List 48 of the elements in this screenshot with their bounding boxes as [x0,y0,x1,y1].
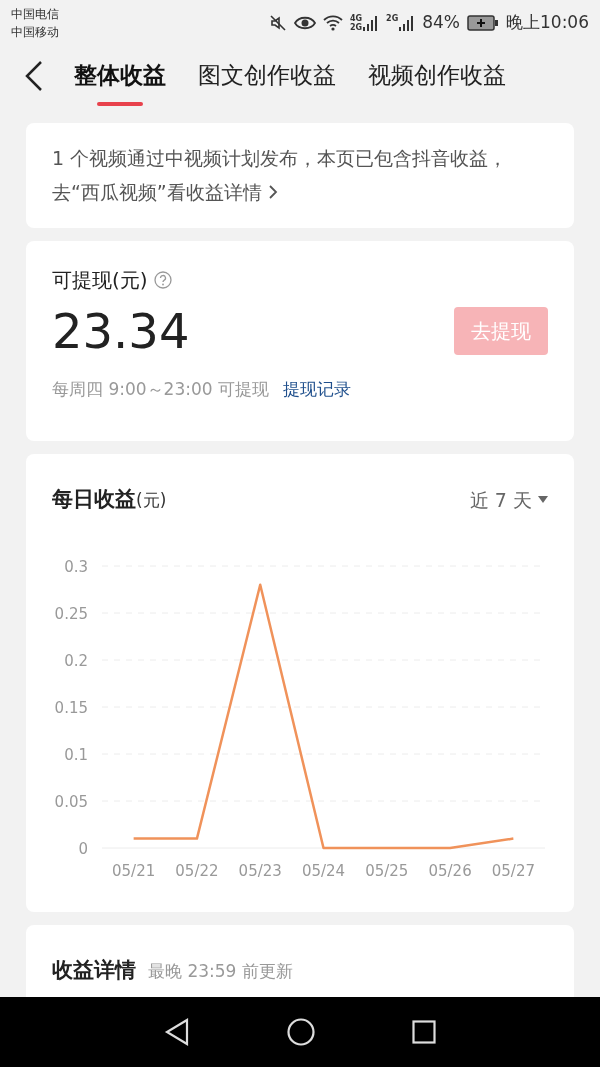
withdraw-schedule: 每周四 9:00～23:00 可提现 [52,378,269,401]
x-axis-label: 05/24 [301,861,346,880]
withdraw-history-link[interactable]: 提现记录 [283,377,351,403]
eye-icon [293,15,316,31]
range-dropdown[interactable]: 近 7 天 [469,485,548,514]
tab[interactable]: 视频创作收益 [368,45,506,107]
chevron-right-icon [267,184,278,200]
caret-icon [538,496,548,504]
carrier-name: 中国移动 [11,24,59,41]
chart-unit: (元) [136,490,167,512]
wifi-icon [322,15,343,31]
chart-title: 每日收益 [52,486,136,513]
x-axis-label: 05/27 [491,861,535,880]
tab[interactable]: 整体收益 [74,45,166,107]
signal-icon [399,14,416,32]
x-axis-label: 05/23 [238,861,282,880]
battery-charging-icon [467,15,499,31]
balance-amount: 23.34 [52,302,190,361]
x-axis-label: 05/25 [365,861,409,880]
y-axis-label: 0.2 [64,651,88,670]
recents-square-icon[interactable] [412,1020,436,1044]
network-label: 2G [386,14,399,23]
y-axis-label: 0.15 [54,698,88,717]
section-title: 收益详情 [52,957,136,984]
tab[interactable]: 图文创作收益 [198,45,336,107]
network-label: 2G [349,23,363,32]
battery-percent: 84% [422,11,460,35]
range-label: 近 7 天 [469,487,532,513]
x-axis-label: 05/22 [175,861,219,880]
y-axis-label: 0.3 [64,557,88,576]
mute-icon [268,14,287,32]
carrier-name: 中国电信 [11,6,59,23]
x-axis-label: 05/26 [428,861,472,880]
notice-text[interactable]: 1 个视频通过中视频计划发布，本页已包含抖音收益，去“西瓜视频”看收益详情 [52,141,548,209]
y-axis-label: 0.1 [64,745,88,764]
y-axis-label: 0 [78,839,88,858]
network-label: 4G [349,14,363,23]
home-circle-icon[interactable] [287,1018,315,1046]
signal-icon [363,14,380,32]
clock-time: 晚上10:06 [506,11,589,35]
x-axis-label: 05/21 [112,861,156,880]
back-icon[interactable] [24,60,44,92]
balance-label: 可提现(元) [52,267,148,294]
back-triangle-icon[interactable] [164,1018,190,1046]
help-icon[interactable] [153,271,172,289]
y-axis-label: 0.05 [54,792,88,811]
y-axis-label: 0.25 [54,604,88,623]
update-note: 最晚 23:59 前更新 [148,960,293,983]
